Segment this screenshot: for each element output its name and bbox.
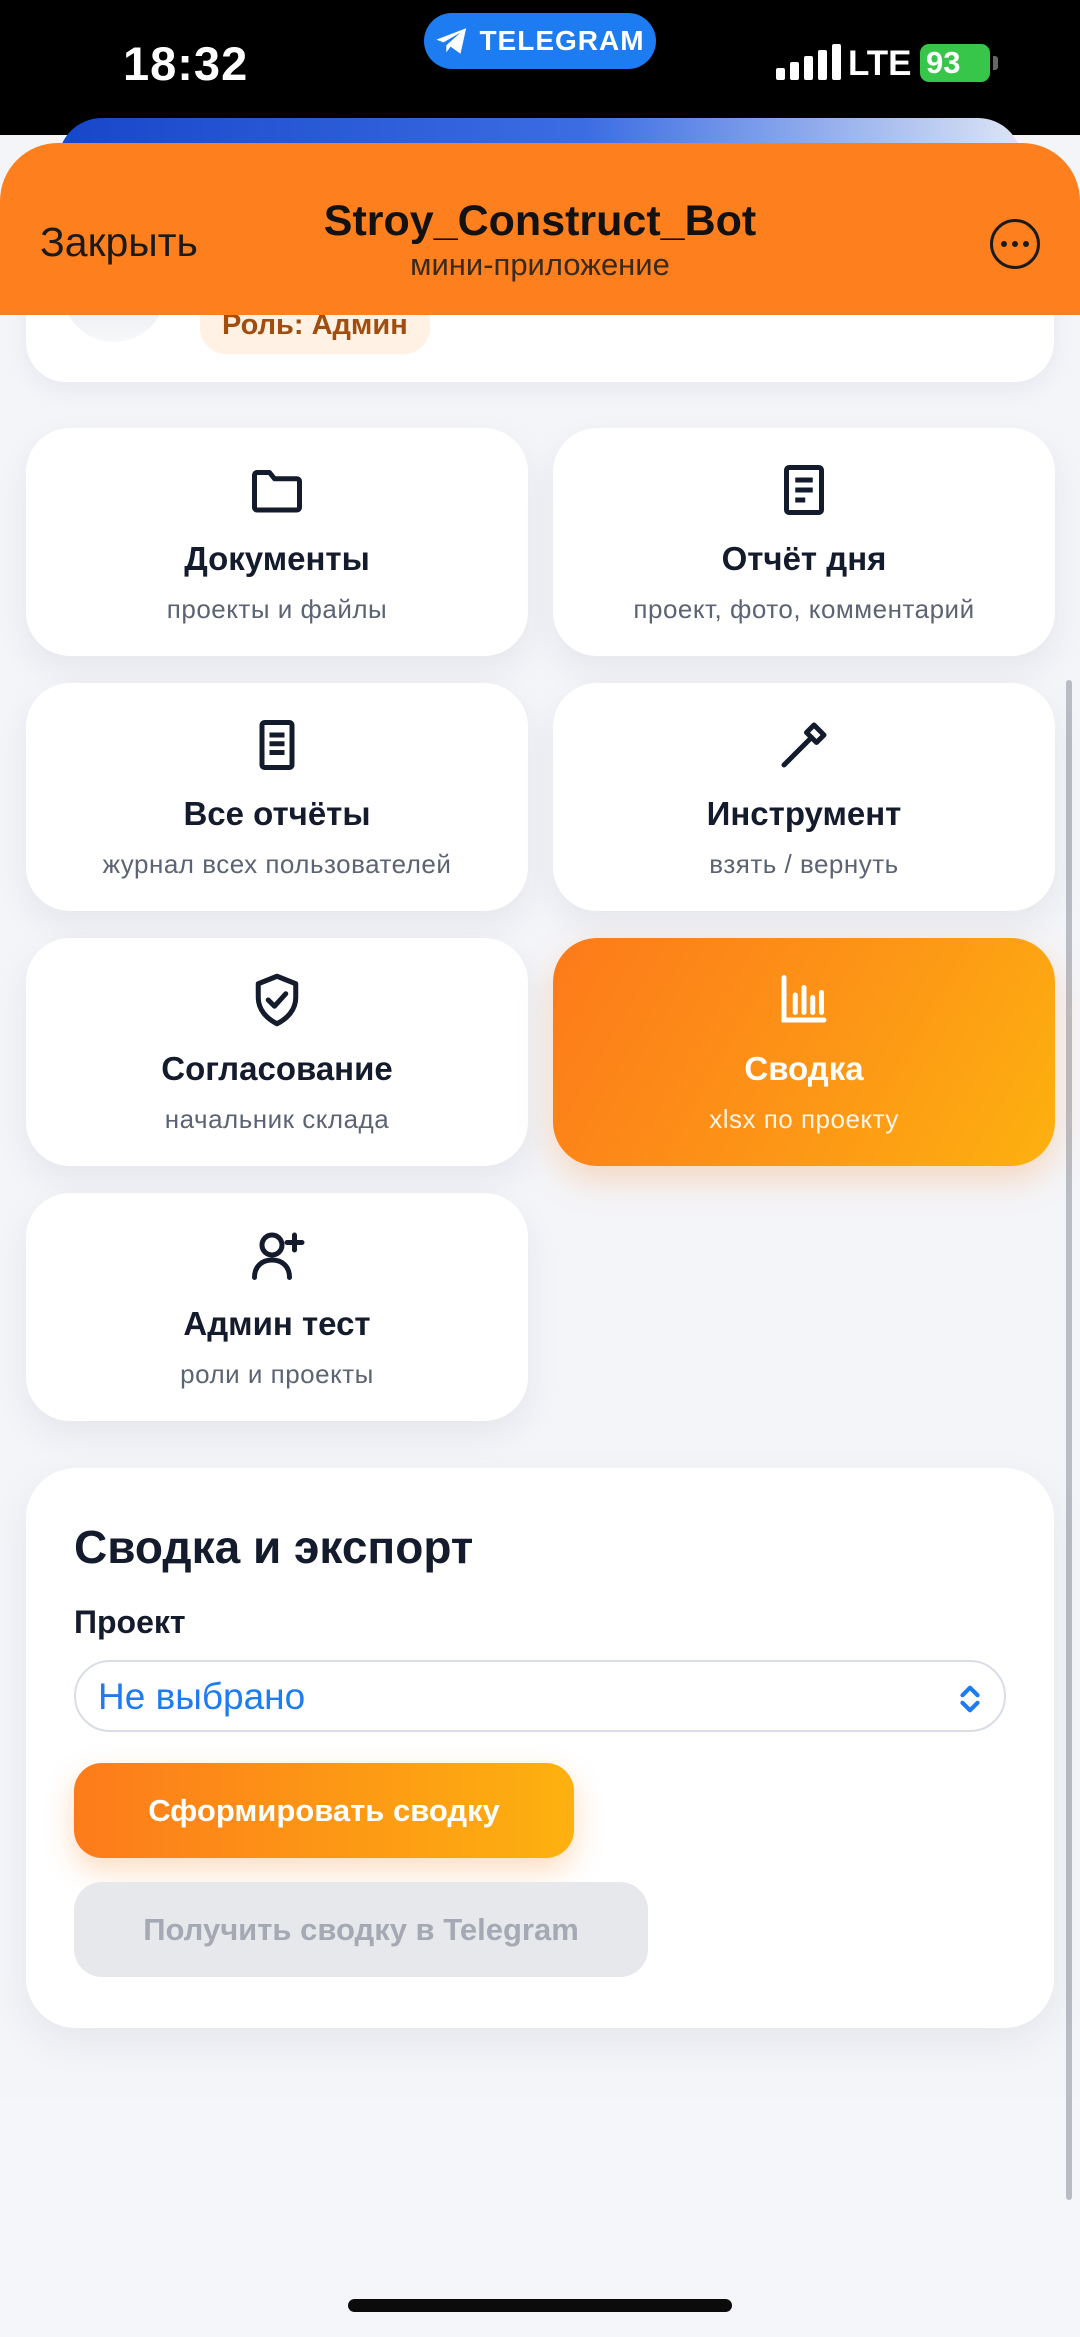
tile-subtitle: проект, фото, комментарий: [633, 594, 975, 624]
status-bar: 18:32 TELEGRAM LTE 93: [0, 0, 1080, 135]
tile-subtitle: проекты и файлы: [166, 594, 388, 624]
tile-tools[interactable]: Инструмент взять / вернуть: [553, 683, 1055, 911]
tile-approval[interactable]: Согласование начальник склада: [26, 938, 528, 1166]
bot-subtitle: мини-приложение: [410, 247, 670, 282]
report-icon: [784, 465, 824, 515]
tile-admin-test[interactable]: Админ тест роли и проекты: [26, 1193, 528, 1421]
home-indicator[interactable]: [348, 2299, 732, 2312]
user-add-icon: [252, 1232, 305, 1280]
scrollbar[interactable]: [1066, 680, 1072, 2200]
telegram-pill[interactable]: TELEGRAM: [424, 13, 656, 69]
telegram-pill-label: TELEGRAM: [479, 25, 645, 56]
tile-title: Все отчёты: [183, 795, 371, 832]
project-select-value: Не выбрано: [98, 1676, 306, 1717]
tile-daily-report[interactable]: Отчёт дня проект, фото, комментарий: [553, 428, 1055, 656]
folder-icon: [252, 470, 302, 513]
battery-icon: 93: [920, 44, 998, 82]
network-type: LTE: [848, 44, 912, 83]
battery-level: 93: [926, 45, 961, 80]
project-label: Проект: [74, 1604, 186, 1640]
summary-title: Сводка и экспорт: [74, 1521, 474, 1573]
project-select[interactable]: Не выбрано: [74, 1660, 1006, 1732]
get-summary-telegram-button[interactable]: Получить сводку в Telegram: [74, 1882, 648, 1977]
tile-documents[interactable]: Документы проекты и файлы: [26, 428, 528, 656]
miniapp-header: Закрыть Stroy_Construct_Bot мини-приложе…: [0, 143, 1080, 315]
tile-subtitle: взять / вернуть: [709, 849, 899, 879]
generate-summary-button[interactable]: Сформировать сводку: [74, 1763, 574, 1858]
tile-subtitle: роли и проекты: [180, 1359, 374, 1389]
tile-all-reports[interactable]: Все отчёты журнал всех пользователей: [26, 683, 528, 911]
tile-subtitle: журнал всех пользователей: [102, 849, 452, 879]
more-options-icon[interactable]: [990, 219, 1040, 269]
telegram-icon: [436, 28, 467, 54]
tile-title: Документы: [184, 540, 370, 577]
bar-chart-icon: [781, 975, 827, 1023]
tile-title: Сводка: [744, 1050, 864, 1087]
tile-subtitle: xlsx по проекту: [709, 1104, 899, 1134]
tool-icon: [781, 722, 827, 768]
shield-check-icon: [255, 973, 299, 1027]
tile-title: Отчёт дня: [721, 540, 887, 577]
tile-title: Согласование: [161, 1050, 393, 1087]
chevron-up-down-icon: [960, 1685, 980, 1713]
status-time: 18:32: [123, 37, 249, 90]
cellular-signal-icon: [776, 44, 841, 80]
summary-export-card: Сводка и экспорт Проект Не выбрано Сформ…: [26, 1468, 1054, 2028]
tile-title: Админ тест: [183, 1305, 371, 1342]
tile-subtitle: начальник склада: [164, 1104, 390, 1134]
tile-summary[interactable]: Сводка xlsx по проекту: [553, 938, 1055, 1166]
bot-title: Stroy_Construct_Bot: [323, 197, 757, 245]
tile-title: Инструмент: [706, 795, 902, 832]
document-list-icon: [259, 720, 295, 770]
